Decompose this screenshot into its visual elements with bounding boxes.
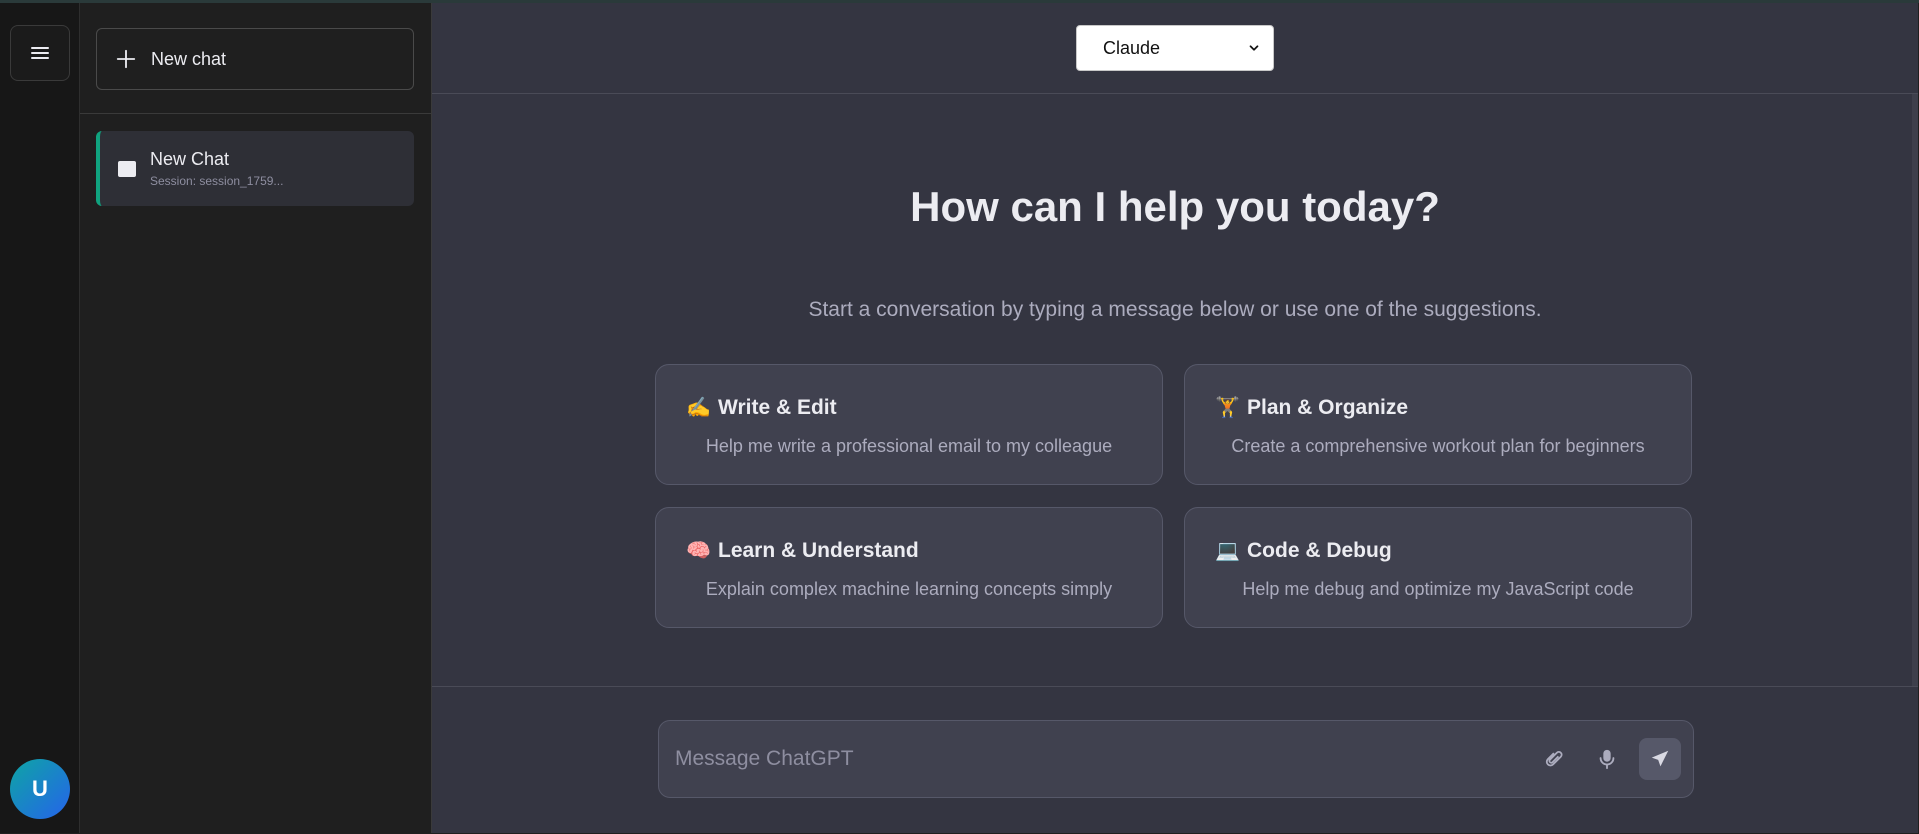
writing-hand-icon: ✍️ [686, 397, 711, 419]
chat-item-session: Session: session_1759... [150, 174, 284, 188]
hamburger-menu-icon [31, 47, 49, 59]
suggestion-card-plan-organize[interactable]: 🏋️ Plan & Organize Create a comprehensiv… [1184, 364, 1692, 485]
scrollbar[interactable] [1912, 94, 1918, 686]
chat-square-icon [118, 160, 136, 177]
attach-button[interactable] [1531, 737, 1575, 781]
card-description: Help me debug and optimize my JavaScript… [1242, 579, 1634, 599]
card-title: Write & Edit [718, 395, 837, 419]
send-button[interactable] [1639, 738, 1681, 780]
suggestion-card-code-debug[interactable]: 💻 Code & Debug Help me debug and optimiz… [1184, 507, 1692, 628]
suggestion-card-write-edit[interactable]: ✍️ Write & Edit Help me write a professi… [655, 364, 1163, 485]
laptop-icon: 💻 [1215, 540, 1240, 562]
suggestion-card-learn-understand[interactable]: 🧠 Learn & Understand Explain complex mac… [655, 507, 1163, 628]
microphone-icon [1599, 749, 1615, 770]
chevron-down-icon [1249, 45, 1259, 51]
card-header: 🏋️ Plan & Organize [1215, 395, 1661, 420]
composer-divider [432, 686, 1918, 687]
message-input[interactable] [675, 739, 1521, 779]
main-panel: Claude How can I help you today? Start a… [432, 3, 1918, 833]
model-select[interactable]: Claude [1076, 25, 1274, 71]
model-selected-value: Claude [1103, 37, 1161, 58]
user-avatar[interactable]: U [10, 759, 70, 819]
card-description: Help me write a professional email to my… [705, 436, 1113, 456]
chat-item-text: New Chat Session: session_1759... [150, 149, 283, 188]
weightlifter-icon: 🏋️ [1215, 397, 1240, 419]
chat-list-item[interactable]: New Chat Session: session_1759... [96, 131, 414, 206]
new-chat-button[interactable]: New chat [96, 28, 414, 90]
card-title: Learn & Understand [718, 538, 919, 562]
new-chat-label: New chat [151, 48, 227, 69]
scrollbar-thumb[interactable] [1912, 94, 1918, 686]
brain-icon: 🧠 [686, 540, 711, 562]
welcome-subtitle: Start a conversation by typing a message… [808, 298, 1542, 321]
card-title: Plan & Organize [1247, 395, 1409, 419]
send-arrow-icon [1651, 750, 1669, 767]
paperclip-icon [1545, 751, 1563, 767]
card-header: 🧠 Learn & Understand [686, 538, 1132, 563]
menu-toggle-button[interactable] [10, 25, 70, 81]
top-edge-line [0, 0, 1919, 3]
mic-button[interactable] [1585, 737, 1629, 781]
card-description: Explain complex machine learning concept… [705, 579, 1113, 599]
card-header: ✍️ Write & Edit [686, 395, 1132, 420]
card-header: 💻 Code & Debug [1215, 538, 1661, 563]
card-title: Code & Debug [1247, 538, 1392, 562]
welcome-title: How can I help you today? [910, 183, 1440, 230]
sidebar: New chat New Chat Session: session_1759.… [80, 3, 432, 833]
message-composer [658, 720, 1694, 798]
card-description: Create a comprehensive workout plan for … [1231, 436, 1645, 456]
chat-item-title: New Chat [150, 149, 230, 169]
sidebar-divider [80, 113, 432, 114]
plus-icon [116, 49, 136, 69]
app-root: U New chat New Chat Session: session_175… [0, 0, 1919, 834]
model-bar: Claude [432, 3, 1918, 94]
icon-rail: U [0, 3, 80, 833]
